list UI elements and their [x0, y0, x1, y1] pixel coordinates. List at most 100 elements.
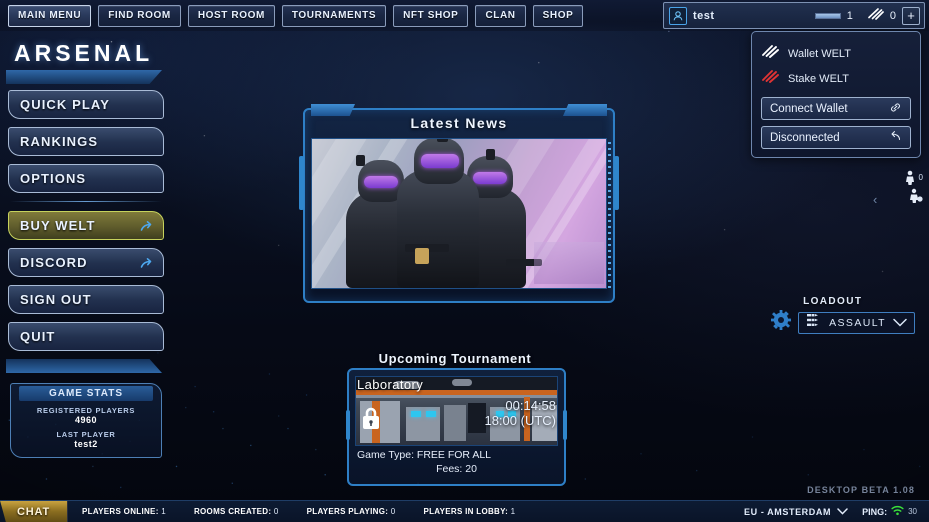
- upcoming-tournament-title: Upcoming Tournament: [379, 351, 532, 366]
- stat-players-in-lobby: PLAYERS IN LOBBY: 1: [409, 507, 529, 516]
- sidebar-item-label: QUICK PLAY: [20, 97, 110, 112]
- user-account-bar[interactable]: test 1 0 +: [663, 2, 925, 29]
- sidebar-item-options[interactable]: OPTIONS: [8, 164, 164, 193]
- loadout-section: LOADOUT ASSAULT: [771, 296, 915, 335]
- stat-players-playing: PLAYERS PLAYING: 0: [293, 507, 410, 516]
- chat-button[interactable]: CHAT: [0, 501, 68, 522]
- username-label: test: [693, 10, 715, 22]
- sidebar-item-label: DISCORD: [20, 255, 88, 270]
- wallet-welt-label: Wallet WELT: [788, 48, 851, 60]
- sidebar-divider: [10, 201, 162, 202]
- nav-item-shop[interactable]: SHOP: [533, 5, 584, 27]
- nav-item-tournaments[interactable]: TOURNAMENTS: [282, 5, 386, 27]
- stat-label: PLAYERS ONLINE:: [82, 507, 159, 516]
- tournament-accent-left: [346, 410, 350, 440]
- game-stats-panel: GAME STATS REGISTERED PLAYERS 4960 LAST …: [10, 383, 162, 458]
- news-frame-tab-left: [311, 104, 355, 116]
- xp-progress-bar: [815, 13, 841, 19]
- stake-welt-label: Stake WELT: [788, 73, 849, 85]
- region-label: EU - AMSTERDAM: [744, 507, 831, 517]
- stat-players-online: PLAYERS ONLINE: 1: [68, 507, 180, 516]
- region-selector[interactable]: EU - AMSTERDAM: [744, 507, 848, 517]
- status-bar: CHAT PLAYERS ONLINE: 1 ROOMS CREATED: 0 …: [0, 500, 929, 522]
- sidebar-item-label: SIGN OUT: [20, 292, 92, 307]
- player-level-value: 1: [847, 10, 853, 22]
- last-player-label: LAST PLAYER: [11, 430, 161, 439]
- character-preview-icon[interactable]: 0: [879, 168, 923, 186]
- news-banner-image: [311, 138, 607, 289]
- wallet-panel: Wallet WELT Stake WELT Connect Wallet Di…: [751, 31, 921, 158]
- tournament-meta: Game Type: FREE FOR ALL Fees: 20: [355, 448, 558, 476]
- sidebar-item-buy-welt[interactable]: BUY WELT: [8, 211, 164, 240]
- tournament-time-block: 00:14:58 18:00 (UTC): [484, 398, 556, 428]
- tournament-map-name: Laboratory: [357, 377, 423, 392]
- news-accent-left: [299, 156, 304, 210]
- stat-rooms-created: ROOMS CREATED: 0: [180, 507, 293, 516]
- last-player-value: test2: [11, 439, 161, 449]
- connect-wallet-label: Connect Wallet: [770, 103, 889, 115]
- sidebar-item-label: OPTIONS: [20, 171, 86, 186]
- sidebar-top-accent: [6, 70, 162, 84]
- wallet-status-button[interactable]: Disconnected: [761, 126, 911, 149]
- ping-label: PING:: [862, 507, 887, 517]
- sidebar-item-label: RANKINGS: [20, 134, 98, 149]
- chevron-down-icon: [893, 314, 907, 332]
- game-logo: ARSENAL: [14, 40, 162, 67]
- stat-value: 1: [511, 507, 516, 516]
- tournament-fees: Fees: 20: [355, 462, 558, 476]
- stat-value: 0: [391, 507, 396, 516]
- external-link-icon: [140, 219, 154, 233]
- game-stats-title: GAME STATS: [19, 386, 153, 401]
- ping-indicator: PING: 30: [862, 505, 917, 518]
- chevron-down-icon: [837, 507, 848, 517]
- stake-welt-icon: [761, 69, 779, 88]
- news-edge-dots: [608, 142, 611, 289]
- right-edge-mini-icons: 0 ‹: [879, 168, 923, 204]
- sidebar-bottom-accent: [6, 359, 162, 373]
- registered-players-value: 4960: [11, 415, 161, 425]
- nav-item-nft-shop[interactable]: NFT SHOP: [393, 5, 468, 27]
- welt-balance-value: 0: [890, 10, 896, 22]
- nav-item-find-room[interactable]: FIND ROOM: [98, 5, 181, 27]
- stat-value: 1: [161, 507, 166, 516]
- wallet-welt-icon: [761, 44, 779, 63]
- character-secondary-icon[interactable]: [879, 186, 923, 204]
- sidebar-item-quit[interactable]: QUIT: [8, 322, 164, 351]
- nav-item-main-menu[interactable]: MAIN MENU: [8, 5, 91, 27]
- stake-welt-row: Stake WELT: [761, 66, 911, 91]
- sidebar-item-label: QUIT: [20, 329, 55, 344]
- news-title: Latest News: [410, 115, 507, 131]
- connect-wallet-button[interactable]: Connect Wallet: [761, 97, 911, 120]
- wallet-status-label: Disconnected: [770, 132, 888, 144]
- stat-label: PLAYERS IN LOBBY:: [423, 507, 508, 516]
- nav-item-clan[interactable]: CLAN: [475, 5, 525, 27]
- upcoming-tournament-card[interactable]: Laboratory 00:14:58 18:00 (UTC) Game Typ…: [347, 368, 566, 486]
- add-welt-button[interactable]: +: [902, 7, 920, 25]
- tournament-start-time: 18:00 (UTC): [484, 413, 556, 428]
- collapse-chevron-left-icon[interactable]: ‹: [873, 192, 877, 207]
- sidebar-item-sign-out[interactable]: SIGN OUT: [8, 285, 164, 314]
- gear-icon[interactable]: [771, 310, 791, 335]
- loadout-row: ASSAULT: [771, 310, 915, 335]
- latest-news-panel[interactable]: Latest News: [303, 108, 615, 303]
- wallet-welt-row: Wallet WELT: [761, 41, 911, 66]
- stat-label: PLAYERS PLAYING:: [307, 507, 389, 516]
- external-link-icon: [140, 256, 154, 270]
- sidebar-item-rankings[interactable]: RANKINGS: [8, 127, 164, 156]
- tournament-game-type: Game Type: FREE FOR ALL: [355, 448, 558, 462]
- registered-players-label: REGISTERED PLAYERS: [11, 406, 161, 415]
- game-lobby-screen: MAIN MENU FIND ROOM HOST ROOM TOURNAMENT…: [0, 0, 929, 522]
- sidebar-item-discord[interactable]: DISCORD: [8, 248, 164, 277]
- loadout-class-select[interactable]: ASSAULT: [798, 312, 915, 334]
- version-label: DESKTOP BETA 1.08: [807, 485, 915, 495]
- disconnect-arrow-icon: [888, 130, 902, 146]
- news-frame-tab-right: [563, 104, 607, 116]
- nav-item-host-room[interactable]: HOST ROOM: [188, 5, 275, 27]
- link-icon: [889, 101, 902, 117]
- sidebar-item-quick-play[interactable]: QUICK PLAY: [8, 90, 164, 119]
- mini-icon-count: 0: [919, 173, 923, 182]
- user-avatar-icon: [669, 7, 687, 25]
- tournament-accent-right: [563, 410, 567, 440]
- stat-value: 0: [274, 507, 279, 516]
- loadout-title: LOADOUT: [771, 296, 915, 307]
